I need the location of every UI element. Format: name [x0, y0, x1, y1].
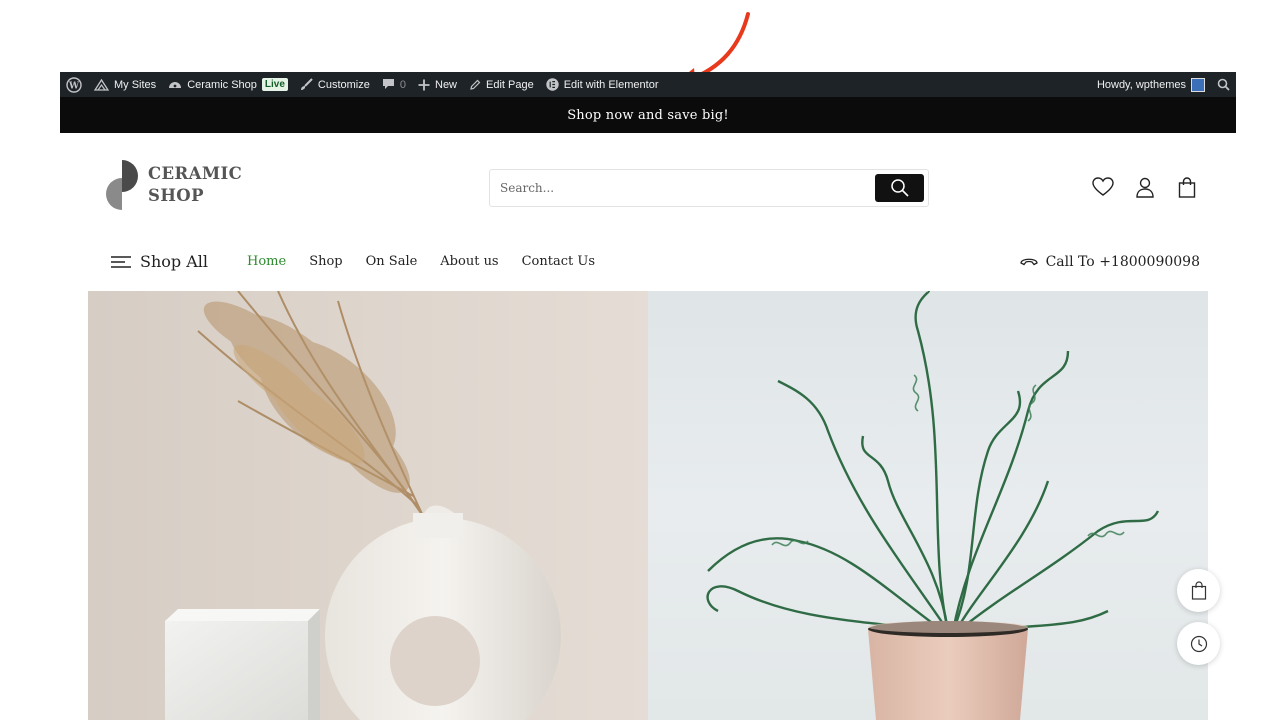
site-name-label: Ceramic Shop — [187, 78, 257, 91]
logo-line-2: SHOP — [148, 186, 204, 205]
nav-item-on-sale[interactable]: On Sale — [366, 254, 418, 269]
my-sites-icon — [94, 78, 109, 91]
new-content-menu[interactable]: New — [412, 72, 463, 97]
edit-elementor-link[interactable]: Edit with Elementor — [540, 72, 665, 97]
svg-text:W: W — [68, 81, 80, 91]
dashboard-icon — [169, 82, 182, 88]
wp-admin-bar: W My Sites Ceramic Shop Live Customize 0… — [60, 72, 1236, 97]
admin-search-button[interactable] — [1211, 72, 1236, 97]
wishlist-button[interactable] — [1092, 176, 1114, 198]
heart-icon — [1092, 177, 1114, 196]
logo-mark-icon — [106, 160, 138, 210]
hero-image-plant[interactable] — [648, 291, 1208, 720]
my-sites-label: My Sites — [114, 78, 157, 91]
live-badge: Live — [261, 78, 288, 91]
site-name-menu[interactable]: Ceramic Shop Live — [162, 72, 294, 97]
hero-banner — [88, 291, 1208, 720]
logo-line-1: CERAMIC — [148, 164, 243, 183]
comments-count: 0 — [399, 78, 406, 91]
plant-illustration — [706, 291, 1160, 720]
cart-icon — [1191, 581, 1206, 600]
nav-item-home[interactable]: Home — [247, 254, 286, 269]
menu-icon — [111, 255, 131, 268]
search-icon — [1217, 78, 1230, 91]
user-icon — [1136, 177, 1154, 198]
edit-page-label: Edit Page — [486, 78, 534, 91]
account-menu[interactable]: Howdy, wpthemes — [1091, 72, 1211, 97]
hero-image-vase[interactable] — [88, 291, 648, 720]
new-label: New — [435, 78, 458, 91]
floating-cart-button[interactable] — [1177, 569, 1220, 612]
elementor-icon — [546, 78, 559, 91]
phone-icon — [1019, 258, 1038, 266]
floating-recent-button[interactable] — [1177, 622, 1220, 665]
shop-all-menu[interactable]: Shop All — [110, 252, 208, 271]
comments-link[interactable]: 0 — [376, 72, 412, 97]
call-to-phone[interactable]: Call To +1800090098 — [1019, 254, 1200, 270]
wordpress-logo-icon[interactable]: W — [60, 72, 88, 97]
avatar — [1191, 77, 1205, 92]
nav-item-about-us[interactable]: About us — [440, 254, 498, 269]
vase-illustration — [165, 291, 561, 720]
search-input[interactable] — [490, 170, 875, 206]
shopping-bag-icon — [1178, 176, 1196, 198]
customize-link[interactable]: Customize — [294, 72, 376, 97]
my-sites-menu[interactable]: My Sites — [88, 72, 162, 97]
search-icon — [890, 179, 909, 197]
nav-item-contact-us[interactable]: Contact Us — [522, 254, 595, 269]
nav-item-shop[interactable]: Shop — [309, 254, 342, 269]
comment-icon — [382, 79, 394, 89]
search-button[interactable] — [875, 174, 924, 202]
call-to-label: Call To +1800090098 — [1045, 254, 1200, 270]
shop-all-label: Shop All — [140, 252, 209, 271]
howdy-label: Howdy, wpthemes — [1096, 78, 1186, 91]
site-logo[interactable]: CERAMIC SHOP — [106, 158, 242, 212]
promo-notice-bar: Shop now and save big! — [60, 97, 1236, 133]
promo-text: Shop now and save big! — [567, 107, 729, 123]
brush-icon — [300, 78, 313, 90]
edit-elementor-label: Edit with Elementor — [563, 78, 659, 91]
customize-label: Customize — [317, 78, 370, 91]
product-search — [489, 169, 929, 207]
main-navigation: Home Shop On Sale About us Contact Us — [247, 254, 595, 269]
clock-icon — [1190, 635, 1207, 652]
edit-page-link[interactable]: Edit Page — [463, 72, 540, 97]
account-button[interactable] — [1134, 176, 1156, 198]
header-actions — [1092, 176, 1198, 198]
plus-icon — [418, 79, 430, 90]
cart-button[interactable] — [1176, 176, 1198, 198]
pencil-icon — [470, 79, 481, 90]
